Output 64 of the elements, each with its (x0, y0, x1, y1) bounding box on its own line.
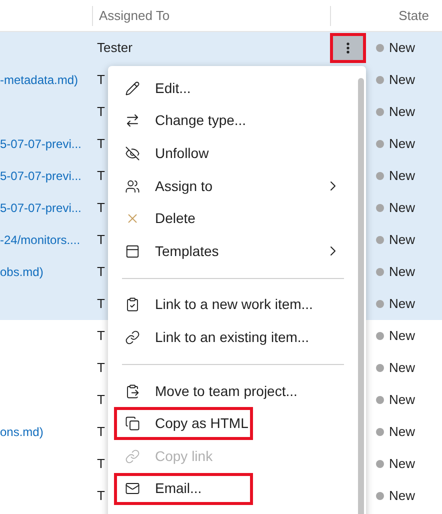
column-header[interactable]: Assigned To (99, 6, 170, 26)
table-cell: T (97, 104, 105, 120)
table-cell-text: New (389, 167, 416, 186)
table-cell: T (97, 264, 105, 280)
table-cell-text: New (389, 231, 416, 250)
table-cell-text: New (389, 39, 416, 58)
table-cell: T (97, 72, 105, 88)
table-cell: T (97, 392, 105, 408)
pencil-icon (125, 80, 140, 96)
work-item-title-link[interactable]: obs.md) (0, 265, 44, 280)
table-cell-text: New (389, 295, 416, 314)
work-item-title-link[interactable]: -metadata.md) (0, 73, 78, 88)
table-cell: T (97, 296, 105, 312)
table-cell-text: New (389, 199, 416, 218)
table-cell: T (97, 136, 105, 152)
table-cell-text: New (389, 263, 416, 282)
template-icon (125, 244, 140, 259)
table-cell-text: New (389, 423, 416, 442)
table-cell: T (97, 168, 105, 184)
table-cell-text: New (389, 71, 416, 90)
menu-item[interactable]: Assign to (114, 170, 346, 202)
table-cell: T (97, 328, 105, 344)
scrollbar[interactable] (358, 78, 364, 514)
copy-icon (125, 416, 140, 432)
table-cell-text: New (389, 487, 416, 506)
table-cell: T (97, 200, 105, 216)
work-item-title-link[interactable]: -24/monitors.... (0, 233, 80, 248)
menu-item[interactable]: Templates (114, 234, 346, 268)
menu-item[interactable]: Edit... (114, 72, 346, 105)
work-item-title-link[interactable]: 5-07-07-previ... (0, 169, 82, 184)
link-icon (125, 330, 140, 345)
clipboard-check-icon (125, 297, 140, 312)
more-actions-button[interactable] (330, 33, 366, 63)
menu-item[interactable]: Change type... (114, 104, 346, 138)
work-item-title-link[interactable]: ons.md) (0, 425, 44, 440)
link-icon (125, 448, 140, 464)
table-cell: T (97, 232, 105, 248)
menu-item[interactable]: Delete (114, 202, 346, 235)
swap-arrows-icon (125, 113, 140, 128)
column-header[interactable]: State (398, 6, 429, 26)
clipboard-icon (125, 384, 140, 399)
work-item-title-link[interactable]: 5-07-07-previ... (0, 137, 82, 152)
people-icon (125, 178, 140, 194)
table-cell: T (97, 456, 105, 472)
table-cell-text: New (389, 327, 416, 346)
table-row[interactable]: Tester New (0, 32, 442, 64)
table-cell-text: New (389, 391, 416, 410)
menu-item[interactable]: Copy as HTML (114, 407, 253, 440)
table-cell: T (97, 488, 105, 504)
menu-item[interactable]: Link to an existing item... (114, 321, 346, 354)
table-cell: Tester (97, 40, 132, 56)
menu-item[interactable]: Move to team project... (114, 374, 346, 408)
crossed-eye-icon (125, 146, 140, 161)
menu-item[interactable]: Unfollow (114, 137, 346, 170)
menu-item[interactable]: Email... (114, 472, 253, 506)
table-cell-text: New (389, 359, 416, 378)
table-cell: T (97, 424, 105, 440)
table-cell: T (97, 360, 105, 376)
work-item-title-link[interactable]: 5-07-07-previ... (0, 201, 82, 216)
menu-item[interactable]: Link to a new work item... (114, 288, 346, 322)
table-cell-text: New (389, 455, 416, 474)
mail-icon (125, 481, 140, 496)
table-cell-text: New (389, 103, 416, 122)
table-cell-text: New (389, 135, 416, 154)
